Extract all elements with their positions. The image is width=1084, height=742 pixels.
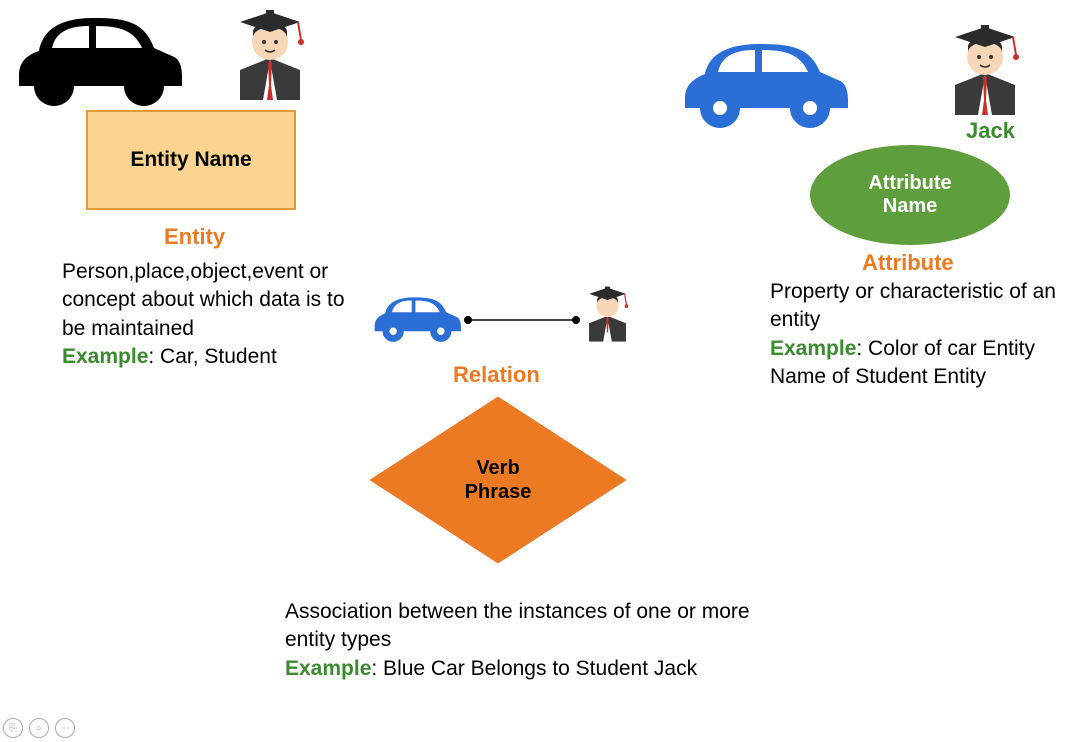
entity-box-label: Entity Name [130,148,251,172]
entity-example-text: : Car, Student [148,345,276,368]
graduate-small-icon [580,280,635,342]
attribute-example-label: Example [770,337,856,360]
entity-example-label: Example [62,345,148,368]
entity-desc-text: Person,place,object,event or concept abo… [62,260,345,340]
attribute-desc-text: Property or characteristic of an entity [770,280,1056,331]
attribute-oval: AttributeName [810,145,1010,245]
jack-label: Jack [966,118,1015,144]
toolbar-btn-1[interactable]: ⎘ [3,718,23,738]
relation-line [462,310,582,330]
entity-box: Entity Name [86,110,296,210]
entity-description: Person,place,object,event or concept abo… [62,258,372,371]
graduate-jack-icon [940,15,1030,115]
entity-title: Entity [164,224,225,250]
car-black-icon [14,6,184,111]
attribute-description: Property or characteristic of an entity … [770,278,1080,391]
relation-title: Relation [453,362,540,388]
attribute-title: Attribute [862,250,954,276]
car-blue-icon [680,32,850,132]
toolbar-btn-2[interactable]: ⌕ [29,718,49,738]
relation-diamond-label: VerbPhrase [465,456,532,504]
graduate-icon [225,0,315,100]
toolbar-btn-3[interactable]: ⋯ [55,718,75,738]
relation-diamond: VerbPhrase [388,400,608,560]
relation-description: Association between the instances of one… [285,598,785,683]
attribute-oval-label: AttributeName [868,172,951,218]
car-blue-small-icon [372,290,462,345]
bottom-toolbar: ⎘ ⌕ ⋯ [3,718,75,738]
relation-example-text: : Blue Car Belongs to Student Jack [371,657,697,680]
relation-desc-text: Association between the instances of one… [285,600,750,651]
relation-example-label: Example [285,657,371,680]
